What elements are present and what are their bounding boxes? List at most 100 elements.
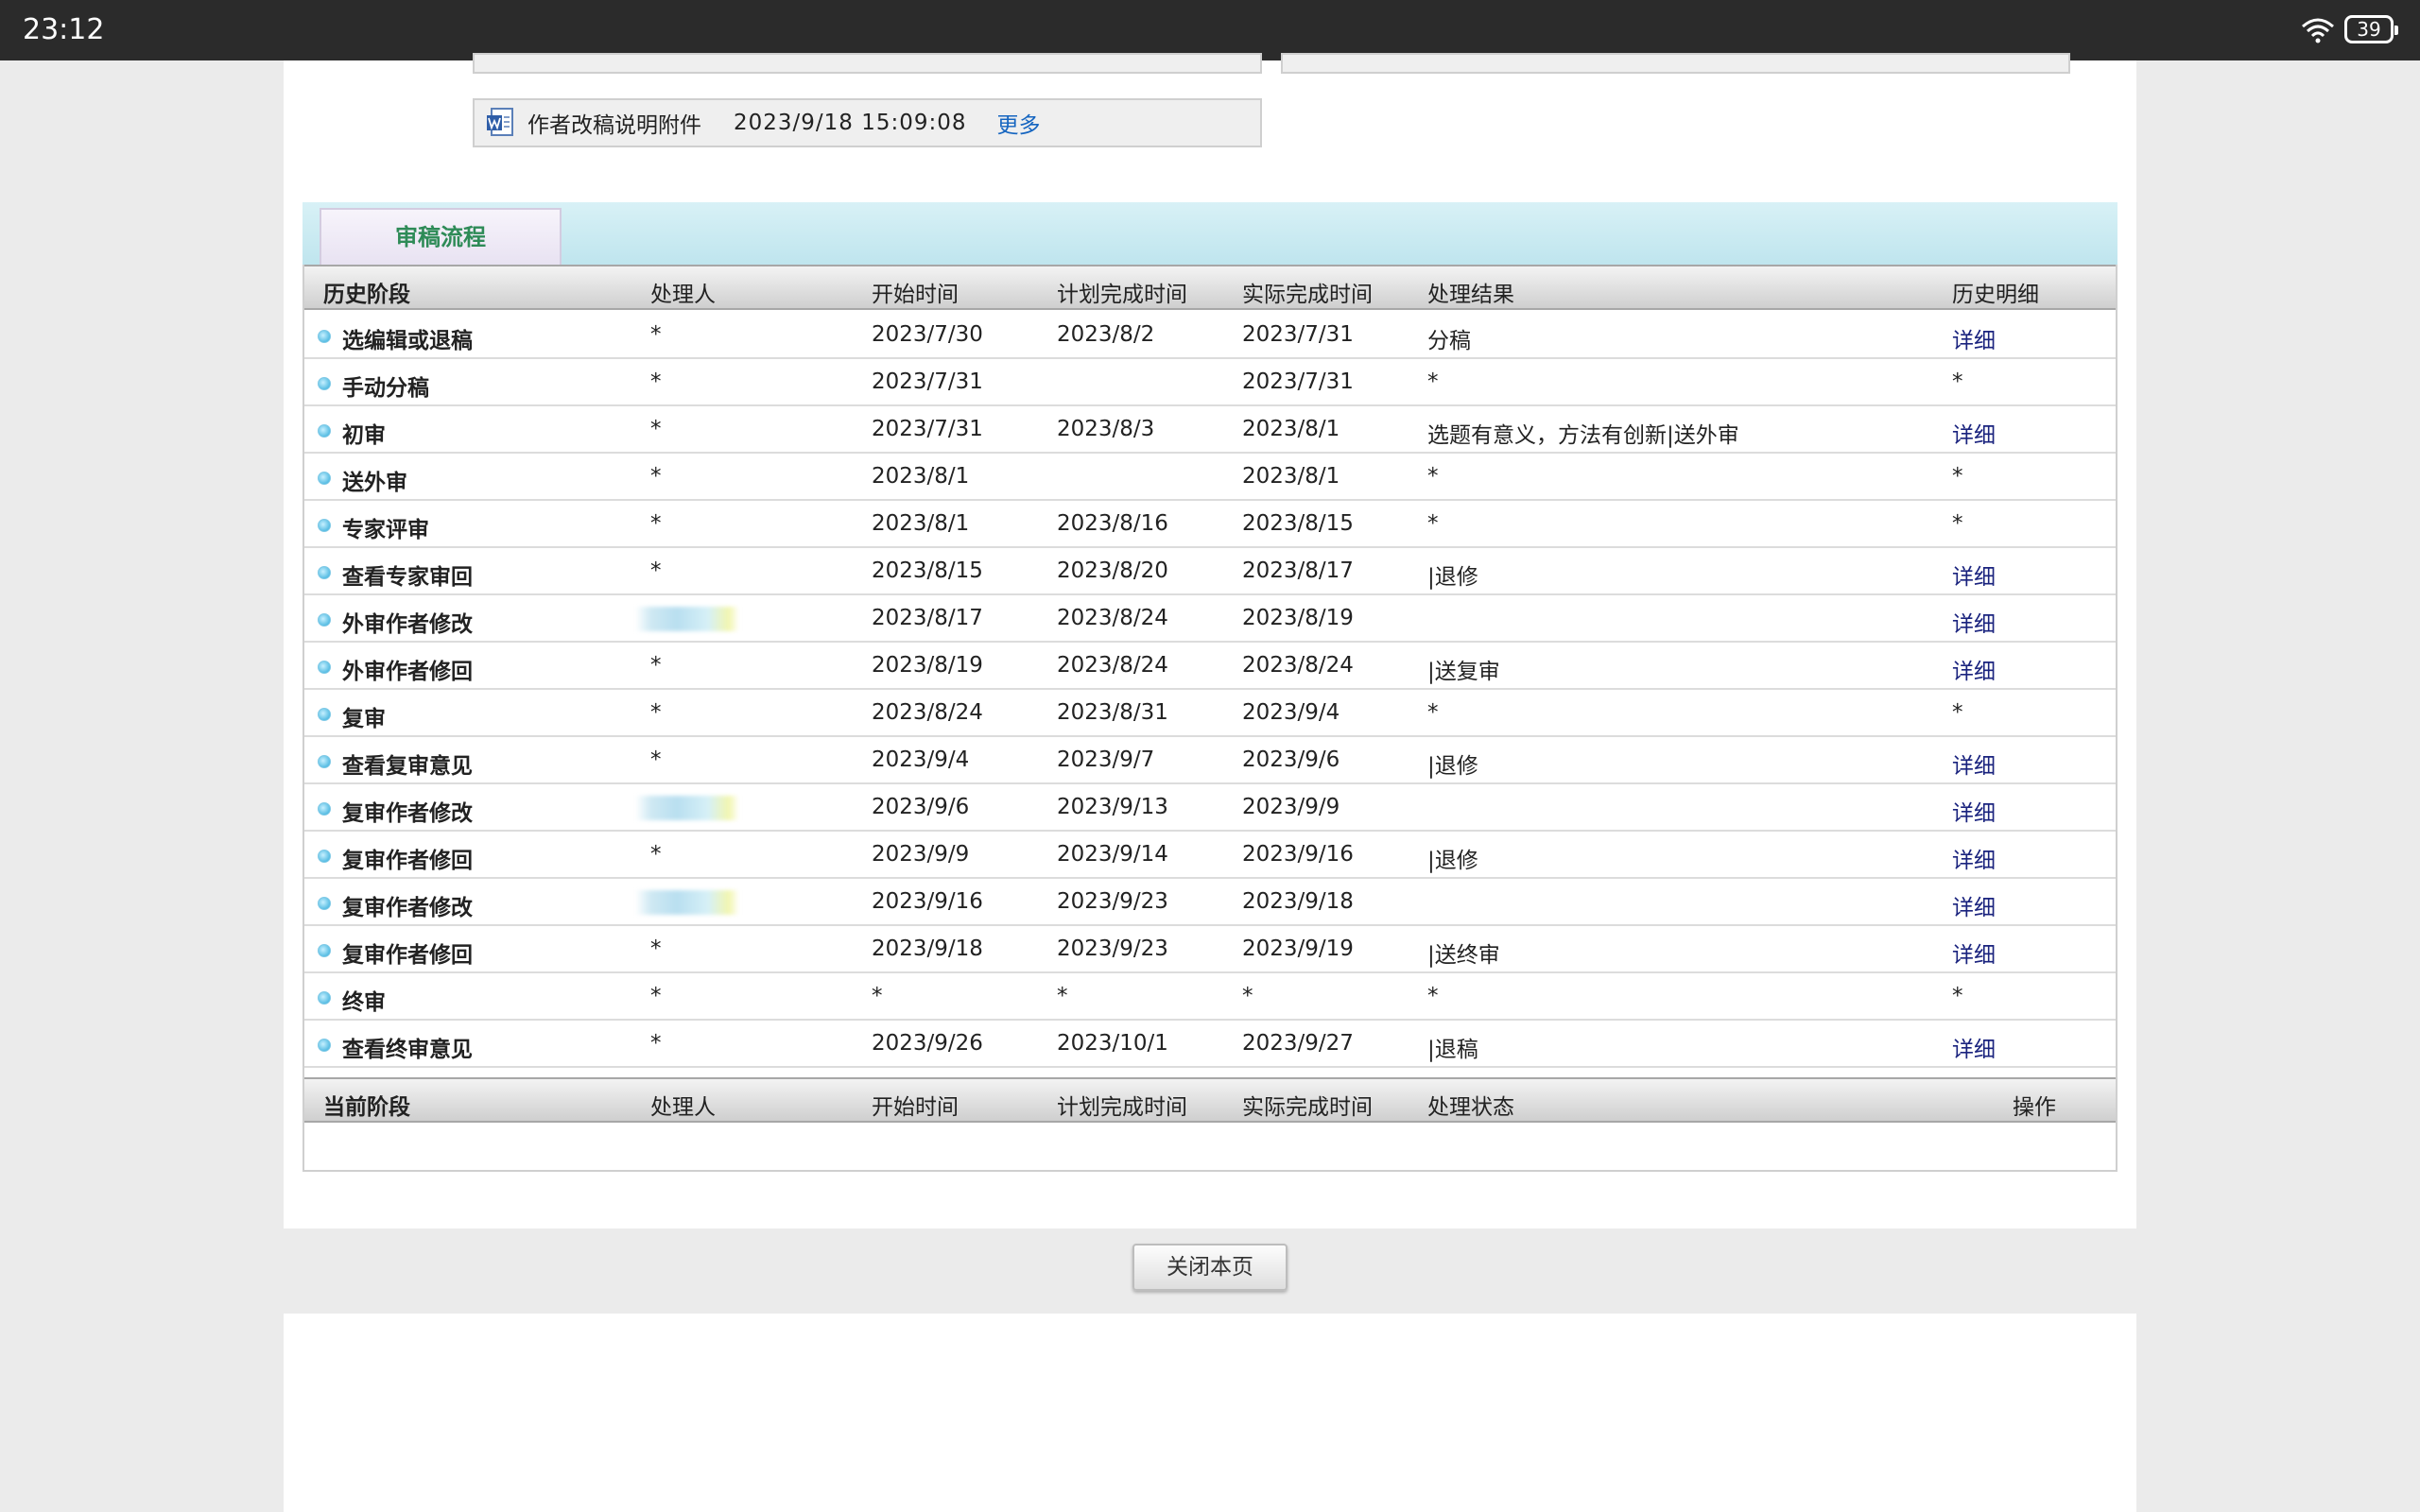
row-start: 2023/8/1 [872,464,970,489]
row-planned: 2023/8/2 [1057,322,1155,347]
row-result: 选题有意义，方法有创新|送外审 [1427,423,1739,448]
row-start: 2023/9/16 [872,889,983,914]
row-stage: 外审作者修改 [342,612,473,637]
table-row: 专家评审 * 2023/8/1 2023/8/16 2023/8/15 * * [304,501,2116,548]
row-planned: 2023/9/14 [1057,842,1168,867]
row-start: 2023/8/1 [872,511,970,536]
row-planned: 2023/8/20 [1057,558,1168,583]
detail-link[interactable]: 详细 [1952,842,1996,874]
bullet-icon [318,802,331,816]
detail-link[interactable]: 详细 [1952,889,1996,921]
table-row: 复审作者修回 * 2023/9/9 2023/9/14 2023/9/16 |退修 详细 [304,832,2116,879]
detail-link[interactable]: 详细 [1952,606,1996,638]
row-stage: 查看专家审回 [342,565,473,590]
current-table-header: 当前阶段 处理人 开始时间 计划完成时间 实际完成时间 处理状态 操作 [304,1077,2116,1123]
row-stage: 选编辑或退稿 [342,329,473,353]
bullet-icon [318,1039,331,1052]
header-current-handler: 处理人 [650,1095,716,1120]
bullet-icon [318,850,331,863]
row-start: 2023/9/9 [872,842,970,867]
attachment-row: 作者改稿说明附件 2023/9/18 15:09:08 更多 [473,98,1262,147]
detail-link[interactable]: 详细 [1952,936,1996,969]
row-start: 2023/9/18 [872,936,983,961]
row-start: 2023/8/17 [872,606,983,630]
row-detail: * [1952,511,1963,536]
row-stage: 复审 [342,707,386,731]
row-result: |退稿 [1427,1038,1478,1062]
row-result: |退修 [1427,754,1478,779]
bullet-icon [318,708,331,721]
bullet-icon [318,377,331,390]
battery-icon: 39 [2344,15,2398,43]
attachment-name: 作者改稿说明附件 [527,113,701,138]
header-start: 开始时间 [872,283,959,307]
row-result: |退修 [1427,565,1478,590]
table-row: 外审作者修改 2023/8/17 2023/8/24 2023/8/19 详细 [304,595,2116,643]
bullet-icon [318,519,331,532]
attachment-box-top-left [473,53,1262,74]
row-planned: 2023/9/13 [1057,795,1168,819]
row-handler: * [650,842,662,867]
table-row: 送外审 * 2023/8/1 2023/8/1 * * [304,454,2116,501]
wifi-icon [2302,18,2334,43]
row-stage: 手动分稿 [342,376,429,401]
redacted-handler [635,607,739,631]
header-planned: 计划完成时间 [1057,283,1187,307]
row-actual: 2023/8/17 [1242,558,1354,583]
bullet-icon [318,897,331,910]
attachment-box-top-right [1281,53,2070,74]
tab-review-process[interactable]: 审稿流程 [320,208,562,265]
row-stage: 复审作者修回 [342,849,473,873]
table-row: 初审 * 2023/7/31 2023/8/3 2023/8/1 选题有意义，方法有创新|… [304,406,2116,454]
row-stage: 复审作者修改 [342,801,473,826]
header-current-stage: 当前阶段 [323,1095,410,1120]
table-row: 手动分稿 * 2023/7/31 2023/7/31 * * [304,359,2116,406]
more-link[interactable]: 更多 [997,107,1041,139]
bullet-icon [318,944,331,957]
row-handler: * [650,464,662,489]
row-actual: 2023/8/15 [1242,511,1354,536]
row-start: 2023/9/26 [872,1031,983,1056]
row-detail: * [1952,984,1963,1008]
row-detail: * [1952,464,1963,489]
row-stage: 查看复审意见 [342,754,473,779]
bullet-icon [318,613,331,627]
row-handler: * [650,747,662,772]
detail-link[interactable]: 详细 [1952,417,1996,449]
table-row: 外审作者修回 * 2023/8/19 2023/8/24 2023/8/24 |送复审 详细 [304,643,2116,690]
row-handler: * [650,511,662,536]
bullet-icon [318,472,331,485]
close-page-button[interactable]: 关闭本页 [1132,1244,1288,1291]
clock: 23:12 [23,13,105,46]
table-row: 查看专家审回 * 2023/8/15 2023/8/20 2023/8/17 |退修 详细 [304,548,2116,595]
detail-link[interactable]: 详细 [1952,558,1996,591]
row-detail: * [1952,369,1963,394]
row-actual: 2023/9/9 [1242,795,1340,819]
detail-link[interactable]: 详细 [1952,1031,1996,1063]
word-document-icon[interactable] [486,108,514,138]
row-stage: 专家评审 [342,518,429,542]
detail-link[interactable]: 详细 [1952,747,1996,780]
header-current-op: 操作 [2013,1095,2056,1120]
row-actual: 2023/9/6 [1242,747,1340,772]
row-actual: 2023/9/16 [1242,842,1354,867]
row-planned: 2023/8/3 [1057,417,1155,441]
row-result: |退修 [1427,849,1478,873]
detail-link[interactable]: 详细 [1952,322,1996,354]
bullet-icon [318,755,331,768]
row-result: * [1427,984,1439,1008]
row-actual: 2023/8/24 [1242,653,1354,678]
row-start: 2023/9/6 [872,795,970,819]
detail-link[interactable]: 详细 [1952,795,1996,827]
row-stage: 外审作者修回 [342,660,473,684]
row-actual: 2023/9/19 [1242,936,1354,961]
header-actual: 实际完成时间 [1242,283,1373,307]
row-handler: * [650,936,662,961]
table-row: 查看终审意见 * 2023/9/26 2023/10/1 2023/9/27 |退稿 详细 [304,1021,2116,1068]
row-start: * [872,984,883,1008]
row-stage: 复审作者修回 [342,943,473,968]
row-stage: 查看终审意见 [342,1038,473,1062]
detail-link[interactable]: 详细 [1952,653,1996,685]
row-start: 2023/9/4 [872,747,970,772]
row-actual: 2023/9/4 [1242,700,1340,725]
